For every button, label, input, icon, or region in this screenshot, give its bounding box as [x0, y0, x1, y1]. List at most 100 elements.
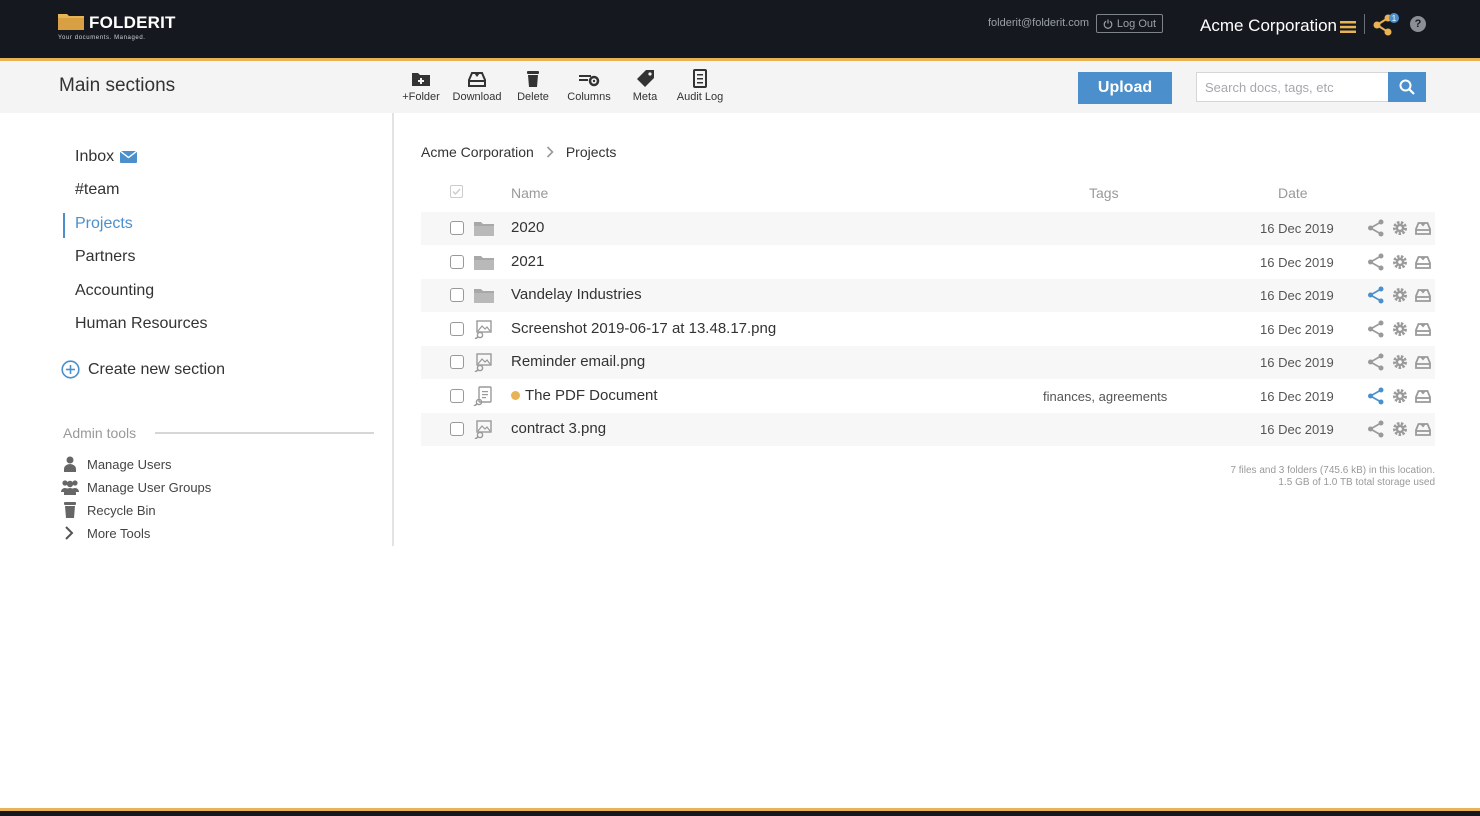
folder-icon: [474, 289, 494, 303]
share-icon[interactable]: [1367, 420, 1385, 438]
create-section-label: Create new section: [88, 360, 225, 378]
status-dot-icon: [511, 390, 520, 400]
gear-icon[interactable]: [1391, 420, 1409, 438]
trash-icon: [64, 502, 76, 518]
share-icon[interactable]: [1367, 353, 1385, 371]
file-name-text: The PDF Document: [525, 386, 658, 404]
gear-icon[interactable]: [1391, 320, 1409, 338]
plus-circle-icon: [61, 360, 80, 379]
upload-button[interactable]: Upload: [1078, 72, 1172, 104]
new-folder-button[interactable]: +Folder: [393, 69, 449, 109]
row-checkbox[interactable]: [450, 254, 464, 269]
audit-log-button[interactable]: Audit Log: [672, 69, 728, 109]
trash-icon: [527, 71, 539, 87]
top-bar: FOLDERIT Your documents. Managed. folder…: [0, 0, 1480, 58]
recycle-bin-link[interactable]: Recycle Bin: [61, 502, 156, 518]
file-date: 16 Dec 2019: [1260, 321, 1334, 337]
top-divider: [1364, 14, 1365, 34]
user-email: folderit@folderit.com: [988, 17, 1090, 29]
download-label: Download: [452, 91, 502, 103]
file-name[interactable]: The PDF Document: [511, 387, 658, 404]
search-button[interactable]: [1388, 72, 1426, 102]
download-button[interactable]: Download: [449, 69, 505, 109]
table-row[interactable]: 2021 16 Dec 2019: [421, 246, 1435, 279]
gear-icon[interactable]: [1391, 253, 1409, 271]
gear-icon[interactable]: [1391, 387, 1409, 405]
delete-button[interactable]: Delete: [505, 69, 561, 109]
file-name[interactable]: contract 3.png: [511, 420, 606, 437]
chevron-right-icon: [65, 526, 74, 540]
file-date: 16 Dec 2019: [1260, 221, 1334, 236]
download-icon[interactable]: [1414, 353, 1432, 371]
sidebar-item-team[interactable]: #team: [75, 181, 119, 199]
download-icon[interactable]: [1414, 387, 1432, 405]
folder-plus-icon: [412, 73, 430, 86]
sidebar-item-accounting[interactable]: Accounting: [75, 282, 154, 300]
share-icon[interactable]: [1367, 320, 1385, 338]
audit-log-label: Audit Log: [676, 91, 724, 103]
columns-button[interactable]: Columns: [561, 69, 617, 109]
download-icon[interactable]: [1414, 286, 1432, 304]
file-name[interactable]: Screenshot 2019-06-17 at 13.48.17.png: [511, 320, 776, 337]
file-date: 16 Dec 2019: [1260, 288, 1334, 303]
row-checkbox[interactable]: [450, 321, 464, 336]
file-name[interactable]: Vandelay Industries: [511, 286, 642, 303]
breadcrumb-root[interactable]: Acme Corporation: [421, 144, 534, 160]
file-date: 16 Dec 2019: [1260, 388, 1334, 404]
toolbar: Main sections +Folder Download Delete Co…: [0, 61, 1480, 113]
search-input[interactable]: [1196, 72, 1389, 102]
meta-button[interactable]: Meta: [617, 69, 673, 109]
column-header-name[interactable]: Name: [511, 185, 548, 201]
sidebar-item-partners[interactable]: Partners: [75, 248, 135, 266]
row-checkbox[interactable]: [450, 221, 464, 235]
logout-button[interactable]: Log Out: [1096, 14, 1163, 33]
row-checkbox[interactable]: [450, 288, 464, 302]
download-icon[interactable]: [1414, 420, 1432, 438]
create-section-button[interactable]: Create new section: [61, 360, 225, 379]
file-date: 16 Dec 2019: [1260, 355, 1334, 370]
column-header-date[interactable]: Date: [1278, 185, 1308, 201]
manage-user-groups-link[interactable]: Manage User Groups: [61, 479, 211, 495]
table-row[interactable]: Screenshot 2019-06-17 at 13.48.17.png 16 …: [421, 313, 1435, 346]
share-icon[interactable]: [1367, 219, 1385, 237]
table-row[interactable]: 2020 16 Dec 2019: [421, 212, 1435, 245]
download-icon[interactable]: [1414, 253, 1432, 271]
sidebar-item-human-resources[interactable]: Human Resources: [75, 315, 208, 333]
help-icon[interactable]: ?: [1410, 16, 1426, 32]
table-row[interactable]: contract 3.png 16 Dec 2019: [421, 413, 1435, 446]
download-icon[interactable]: [1414, 219, 1432, 237]
sidebar-divider: [392, 113, 394, 546]
table-row[interactable]: Reminder email.png 16 Dec 2019: [421, 346, 1435, 379]
file-name[interactable]: Reminder email.png: [511, 353, 645, 370]
column-header-tags[interactable]: Tags: [1089, 185, 1119, 201]
gear-icon[interactable]: [1391, 353, 1409, 371]
logout-label: Log Out: [1116, 17, 1157, 30]
shares-notification-icon[interactable]: 1: [1373, 13, 1401, 37]
document-icon: [693, 69, 707, 88]
table-row[interactable]: The PDF Document finances, agreements 16 D…: [421, 380, 1435, 413]
file-name-text: Reminder email.png: [511, 353, 646, 370]
image-preview-icon: [474, 319, 492, 339]
bottom-accent-line: [0, 808, 1480, 811]
download-icon[interactable]: [1414, 320, 1432, 338]
file-name[interactable]: 2021: [511, 253, 544, 270]
sidebar-item-inbox[interactable]: Inbox: [75, 148, 138, 166]
sidebar-item-projects[interactable]: Projects: [75, 215, 133, 233]
share-icon[interactable]: [1367, 286, 1385, 304]
hamburger-menu-icon[interactable]: [1340, 20, 1356, 34]
file-name[interactable]: 2020: [511, 219, 544, 236]
logo[interactable]: FOLDERIT Your documents. Managed.: [58, 10, 188, 46]
row-checkbox[interactable]: [450, 388, 464, 403]
gear-icon[interactable]: [1391, 219, 1409, 237]
manage-users-link[interactable]: Manage Users: [61, 456, 172, 472]
table-row[interactable]: Vandelay Industries 16 Dec 2019: [421, 279, 1435, 312]
more-tools-link[interactable]: More Tools: [61, 525, 150, 541]
org-name[interactable]: Acme Corporation: [1200, 16, 1337, 36]
select-all-checkbox[interactable]: [450, 185, 463, 198]
gear-icon[interactable]: [1391, 286, 1409, 304]
row-checkbox[interactable]: [450, 355, 464, 369]
sidebar-item-label: Partners: [75, 248, 136, 265]
share-icon[interactable]: [1367, 253, 1385, 271]
share-icon[interactable]: [1367, 387, 1385, 405]
row-checkbox[interactable]: [450, 422, 464, 436]
